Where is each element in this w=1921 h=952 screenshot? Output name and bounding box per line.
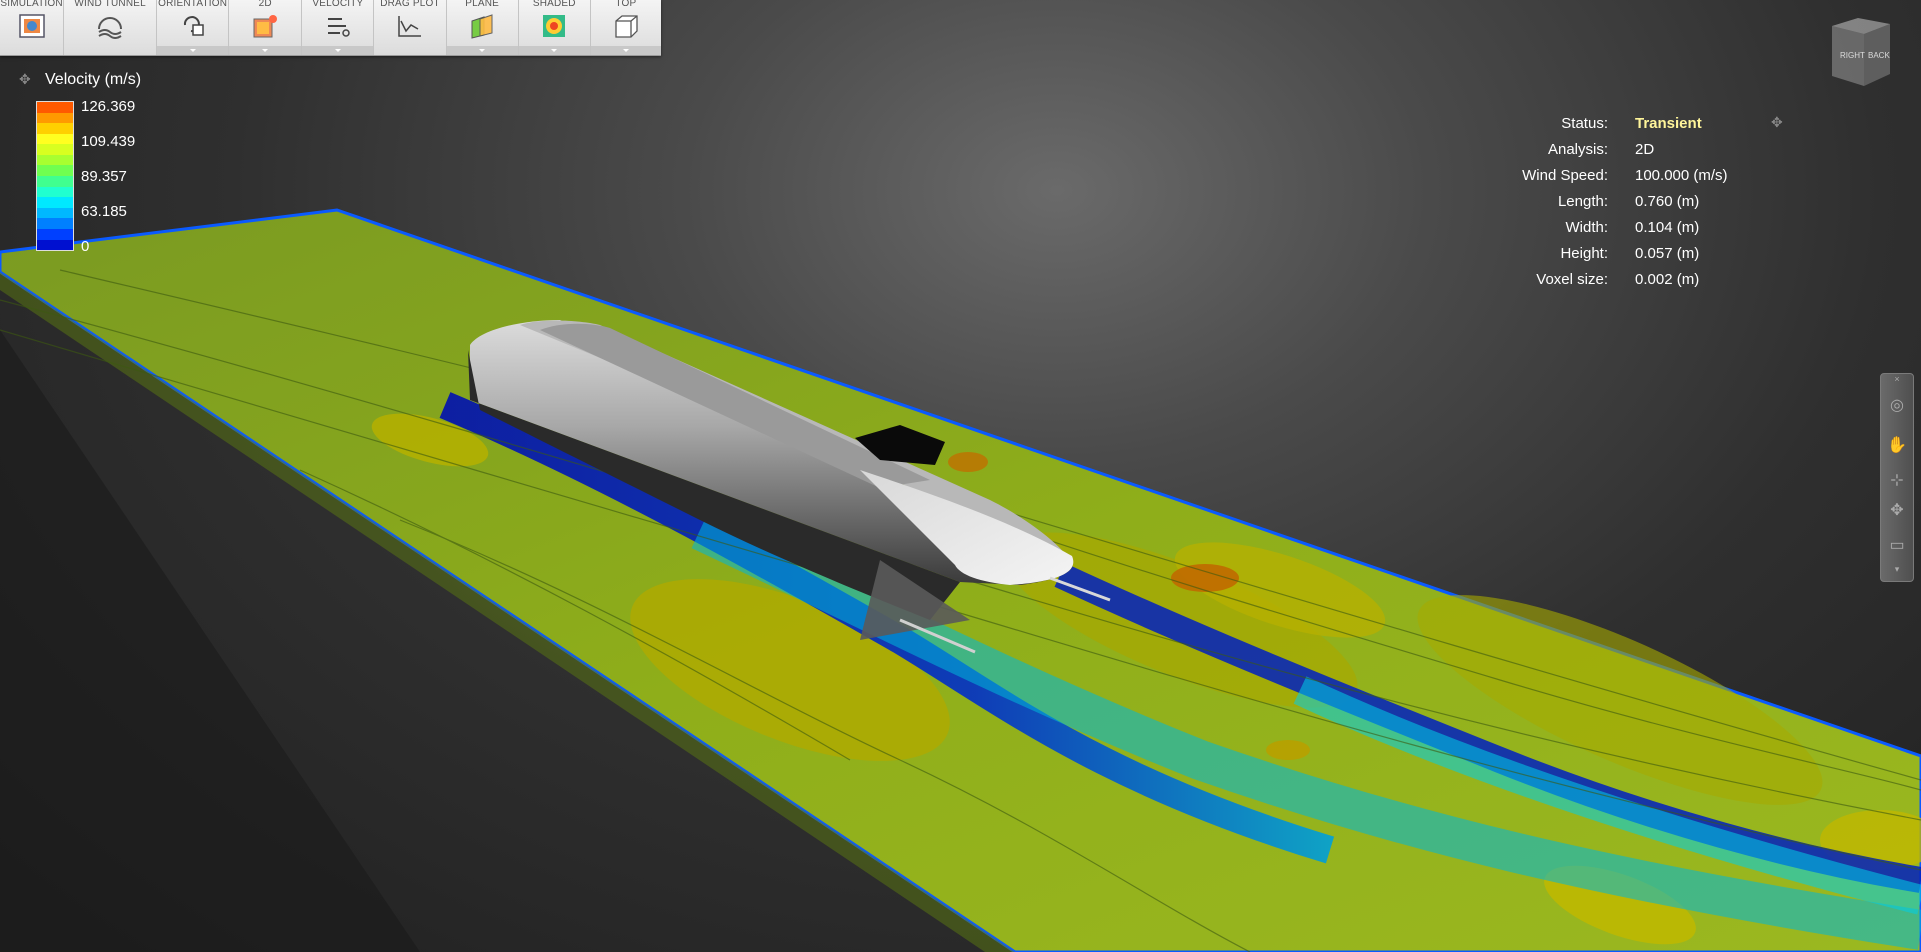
tb-drag-plot[interactable]: DRAG PLOT	[374, 0, 447, 55]
legend-color-step	[37, 102, 73, 113]
tb-top-label: TOP	[615, 0, 637, 9]
legend-color-step	[37, 133, 73, 145]
tb-drag-plot-label: DRAG PLOT	[380, 0, 440, 9]
view-cube[interactable]: RIGHT BACK	[1818, 16, 1898, 90]
status-move-icon[interactable]: ✥	[1771, 114, 1783, 131]
shaded-icon	[539, 11, 569, 41]
plane-icon	[467, 11, 497, 41]
zoom-slider-icon[interactable]: ⊹	[1886, 469, 1908, 491]
legend-color-step	[37, 176, 73, 187]
height-value: 0.057 (m)	[1635, 245, 1700, 262]
viewcube-back-face[interactable]: BACK	[1868, 51, 1890, 60]
legend-color-bar	[36, 101, 74, 251]
width-label: Width:	[1565, 219, 1608, 236]
legend-value-3: 89.357	[81, 168, 127, 185]
tb-simulation-label: SIMULATION	[0, 0, 63, 9]
2d-icon	[250, 11, 280, 41]
orbit-icon[interactable]: ✥	[1886, 499, 1908, 521]
wind-tunnel-icon	[95, 11, 125, 41]
legend-color-step	[37, 144, 73, 155]
legend-title: Velocity (m/s)	[45, 71, 142, 88]
legend-color-step	[37, 154, 73, 166]
ribbon-toolbar: SIMULATION WIND TUNNEL ORIENTATION 2D VE…	[0, 0, 661, 56]
legend-color-step	[37, 239, 73, 251]
velocity-icon	[323, 11, 353, 41]
legend-color-step	[37, 218, 73, 229]
legend-color-step	[37, 186, 73, 198]
drag-plot-icon	[395, 11, 425, 41]
legend-value-min: 0	[81, 238, 90, 255]
analysis-label: Analysis:	[1547, 141, 1608, 158]
legend-value-4: 63.185	[81, 203, 127, 220]
navbar-expand-icon[interactable]: ▾	[1886, 564, 1908, 574]
tb-2d[interactable]: 2D	[229, 0, 303, 55]
tb-shaded[interactable]: SHADED	[518, 0, 591, 55]
navbar-close-icon[interactable]: ×	[1886, 374, 1908, 384]
legend-color-step	[37, 197, 73, 208]
tb-2d-label: 2D	[258, 0, 272, 9]
legend-color-step	[37, 228, 73, 240]
voxel-size-value: 0.002 (m)	[1635, 271, 1700, 288]
status-label: Status:	[1561, 115, 1608, 132]
tb-wind-tunnel-label: WIND TUNNEL	[74, 0, 146, 9]
tb-shaded-label: SHADED	[532, 0, 576, 9]
legend-color-step	[37, 207, 73, 219]
voxel-size-label: Voxel size:	[1536, 271, 1608, 288]
navigation-bar: × ◎ ✋ ⊹ ✥ ▭ ▾	[1880, 373, 1914, 582]
length-label: Length:	[1557, 193, 1608, 210]
tb-simulation[interactable]: SIMULATION	[0, 0, 65, 55]
legend-move-icon[interactable]: ✥	[19, 71, 31, 88]
tb-velocity-label: VELOCITY	[312, 0, 364, 9]
tb-orientation[interactable]: ORIENTATION	[157, 0, 230, 55]
tb-velocity[interactable]: VELOCITY	[302, 0, 375, 55]
tb-plane[interactable]: PLANE	[446, 0, 519, 55]
legend-value-2: 109.439	[81, 133, 136, 150]
length-value: 0.760 (m)	[1635, 193, 1700, 210]
legend-color-step	[37, 165, 73, 177]
width-value: 0.104 (m)	[1635, 219, 1700, 236]
height-label: Height:	[1560, 245, 1608, 262]
tb-orientation-label: ORIENTATION	[158, 0, 228, 9]
orientation-icon	[178, 11, 208, 41]
viewcube-right-face[interactable]: RIGHT	[1840, 51, 1865, 60]
flow-visualization-viewport[interactable]	[0, 0, 1921, 952]
wind-speed-value: 100.000 (m/s)	[1635, 167, 1728, 184]
tb-wind-tunnel[interactable]: WIND TUNNEL	[64, 0, 158, 55]
tb-plane-label: PLANE	[465, 0, 500, 9]
legend-value-max: 126.369	[81, 98, 136, 115]
simulation-icon	[17, 11, 47, 41]
wind-speed-label: Wind Speed:	[1522, 167, 1608, 184]
top-view-icon	[611, 11, 641, 41]
steering-wheel-icon[interactable]: ◎	[1886, 394, 1908, 416]
tb-top[interactable]: TOP	[590, 0, 661, 55]
legend-color-step	[37, 123, 73, 134]
status-value: Transient	[1635, 115, 1702, 132]
analysis-value: 2D	[1635, 141, 1655, 158]
legend-color-step	[37, 112, 73, 124]
pan-hand-icon[interactable]: ✋	[1886, 434, 1908, 456]
camera-icon[interactable]: ▭	[1886, 534, 1908, 556]
